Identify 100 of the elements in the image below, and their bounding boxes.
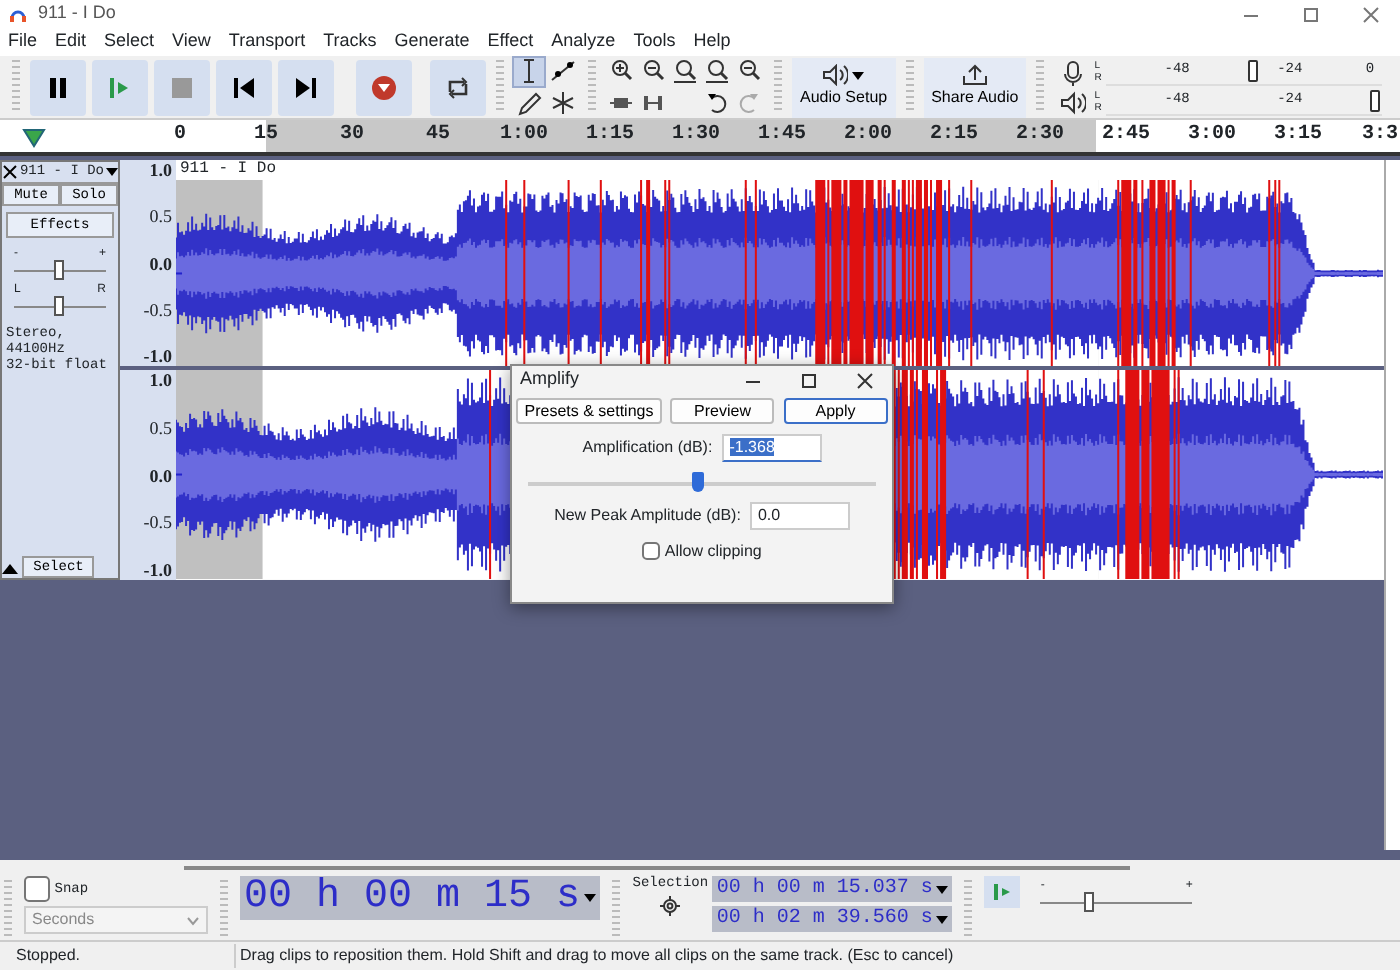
- pause-button[interactable]: [30, 59, 86, 115]
- skip-end-icon: [292, 73, 320, 101]
- time-display[interactable]: 00 h 00 m 15 s: [240, 876, 601, 920]
- tool-button[interactable]: [548, 57, 578, 85]
- dialog-button[interactable]: Preview: [670, 398, 775, 425]
- zoom-toggle-icon: [736, 58, 762, 84]
- zoom-fit-icon: [672, 58, 698, 84]
- ruler-label: 45: [426, 124, 451, 146]
- amplification-slider-thumb[interactable]: [692, 471, 705, 492]
- undo-icon: [704, 90, 730, 116]
- stop-icon: [168, 73, 196, 101]
- scale-label: -0.5: [143, 300, 172, 321]
- ruler-label: 0: [174, 124, 187, 146]
- zoom-out-button[interactable]: [638, 57, 668, 85]
- zoom-in-button[interactable]: [606, 57, 636, 85]
- play-at-speed-button[interactable]: [984, 876, 1021, 908]
- loop-button[interactable]: [430, 59, 486, 115]
- allow-clipping-checkbox[interactable]: [642, 542, 661, 560]
- menu-item[interactable]: Edit: [55, 28, 87, 56]
- amplification-label: Amplification (dB):: [582, 435, 713, 460]
- ruler-label: 30: [340, 124, 365, 146]
- skip-start-icon: [230, 73, 258, 101]
- play-icon: [992, 882, 1013, 902]
- loop-icon: [444, 73, 472, 101]
- caret-icon: [852, 71, 865, 79]
- redo-icon: [736, 90, 762, 116]
- zoom-toggle-button[interactable]: [734, 57, 764, 85]
- speed-slider-thumb[interactable]: [1084, 892, 1095, 912]
- snap-checkbox[interactable]: [24, 876, 50, 902]
- status-text: Stopped.: [0, 944, 236, 968]
- menu-item[interactable]: Transport: [228, 28, 306, 56]
- scale-label: 0.0: [149, 465, 172, 486]
- menu-item[interactable]: Generate: [394, 28, 470, 56]
- play-head-icon: [22, 128, 46, 148]
- share-audio-button[interactable]: Share Audio: [923, 57, 1027, 117]
- upload-icon: [961, 64, 988, 86]
- skip-start-button[interactable]: [216, 59, 272, 115]
- scale-label: -0.5: [143, 512, 172, 533]
- scale-label: 0.0: [149, 253, 172, 274]
- menu-item[interactable]: Tracks: [323, 28, 377, 56]
- speaker-icon: [1059, 89, 1086, 115]
- meter-slider-thumb[interactable]: [1369, 90, 1380, 112]
- record-button[interactable]: [356, 59, 412, 115]
- envelope-icon: [550, 58, 576, 84]
- horizontal-scrollbar[interactable]: [184, 866, 1130, 870]
- ruler-label: 1:30: [672, 124, 721, 146]
- ruler-label: 2:30: [1016, 124, 1065, 146]
- menu-item[interactable]: View: [172, 28, 211, 56]
- dialog-button[interactable]: Presets & settings: [516, 398, 662, 425]
- meter-slider-thumb[interactable]: [1248, 60, 1259, 82]
- zoom-fit-button[interactable]: [670, 57, 700, 85]
- menu-item[interactable]: Effect: [487, 28, 534, 56]
- settings-icon[interactable]: [660, 896, 681, 917]
- window-title: 911 - I Do: [38, 0, 118, 27]
- scale-label: 1.0: [149, 370, 172, 391]
- close-icon[interactable]: [2, 164, 18, 180]
- maximize-icon[interactable]: [797, 371, 819, 389]
- zoom-in-icon: [608, 58, 634, 84]
- selection-start-field[interactable]: 00 h 00 m 15.037 s: [712, 876, 953, 902]
- caret-icon: [936, 885, 949, 893]
- tool-button[interactable]: [514, 89, 544, 117]
- scale-label: 0.5: [149, 418, 172, 439]
- scale-label: 0.5: [149, 206, 172, 227]
- pencil-icon: [516, 90, 542, 116]
- new-peak-label: New Peak Amplitude (dB):: [554, 504, 741, 528]
- scale-label: 1.0: [149, 160, 172, 180]
- menu-item[interactable]: Analyze: [551, 28, 616, 56]
- ruler-label: 3:15: [1274, 124, 1323, 146]
- status-message: Drag clips to reposition them. Hold Shift and drag to move all clips on the same track. (Esc to cancel): [238, 944, 954, 968]
- tool-button[interactable]: [514, 57, 544, 85]
- menu-item[interactable]: Select: [104, 28, 155, 56]
- dialog-button[interactable]: Apply: [783, 398, 888, 425]
- menu-item[interactable]: File: [8, 28, 38, 56]
- ruler-label: 1:00: [500, 124, 549, 146]
- tool-button[interactable]: [548, 89, 578, 117]
- caret-icon: [584, 894, 597, 902]
- scale-label: -1.0: [143, 559, 172, 580]
- close-icon[interactable]: [853, 371, 875, 389]
- menu-item[interactable]: Help: [693, 28, 731, 56]
- zoom-fit-button[interactable]: [702, 57, 732, 85]
- asterisk-icon: [550, 90, 576, 116]
- amplification-field[interactable]: -1.368: [721, 433, 822, 462]
- chevron-down-icon: [186, 915, 200, 926]
- new-peak-field[interactable]: 0.0: [749, 502, 850, 530]
- gain-slider-thumb[interactable]: [54, 260, 64, 280]
- audio-setup-button[interactable]: Audio Setup: [792, 57, 896, 117]
- pause-icon: [44, 73, 72, 101]
- selection-end-field[interactable]: 00 h 02 m 39.560 s: [712, 906, 953, 932]
- allow-clipping-label: Allow clipping: [664, 539, 762, 563]
- undo-button[interactable]: [702, 89, 732, 117]
- skip-end-button[interactable]: [278, 59, 334, 115]
- collapse-icon[interactable]: [2, 561, 18, 573]
- ruler-label: 3:3: [1362, 124, 1399, 146]
- microphone-icon: [1059, 59, 1086, 85]
- pan-slider-thumb[interactable]: [54, 296, 64, 316]
- record-icon: [370, 73, 398, 101]
- caret-icon: [936, 915, 949, 923]
- vertical-scrollbar[interactable]: [1384, 160, 1400, 850]
- silence-icon: [640, 90, 666, 116]
- menu-item[interactable]: Tools: [633, 28, 676, 56]
